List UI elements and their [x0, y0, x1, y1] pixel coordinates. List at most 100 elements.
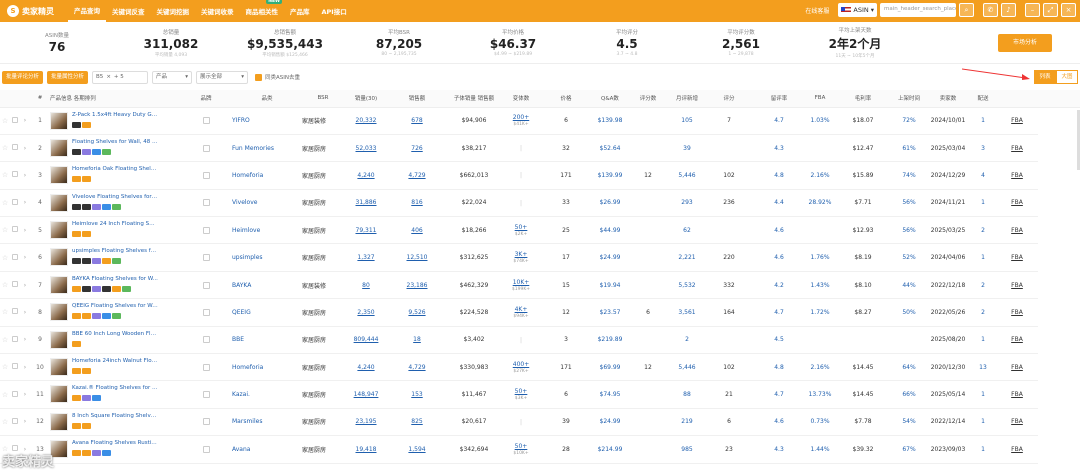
- nav-item-4[interactable]: 商品相关性 NEW: [240, 0, 285, 22]
- product-select[interactable]: 产品 ▾: [152, 70, 193, 84]
- product-title-link[interactable]: Kazai.® Floating Shelves for W...: [72, 385, 158, 391]
- table-row[interactable]: ☆ › 1 Z-Pack 1.5x4ft Heavy Duty Gar... YIFRO…: [0, 107, 1080, 135]
- column-header[interactable]: 毛利率: [834, 90, 892, 108]
- product-tag-icon[interactable]: [112, 203, 121, 210]
- copy-icon[interactable]: [180, 107, 232, 135]
- product-tag-icon[interactable]: [72, 176, 81, 183]
- copy-icon[interactable]: [180, 189, 232, 218]
- fulfillment[interactable]: FBA: [996, 107, 1038, 135]
- show-select[interactable]: 展示全部 ▾: [196, 70, 249, 84]
- table-row[interactable]: ☆ › 10 Homeforia 24inch Walnut Floa... Homef…: [0, 353, 1080, 382]
- product-thumbnail[interactable]: [50, 358, 68, 377]
- ratings-count[interactable]: 5,532: [668, 271, 706, 300]
- child-sales[interactable]: 4K+ $94K+: [502, 298, 540, 327]
- product-tag-icon[interactable]: [82, 121, 91, 128]
- sales-link[interactable]: 4,729: [388, 353, 446, 382]
- phone-icon[interactable]: ✆: [983, 3, 998, 17]
- column-header[interactable]: 评分数: [628, 90, 668, 108]
- column-header[interactable]: 卖家数: [926, 90, 970, 108]
- child-sales[interactable]: |: [502, 161, 540, 190]
- child-sales-value[interactable]: 3K+: [515, 251, 528, 258]
- brand-link[interactable]: BAYKA: [232, 271, 302, 300]
- bsr-link[interactable]: 31,886: [344, 189, 388, 218]
- row-checkbox[interactable]: [10, 216, 20, 245]
- child-sales-value[interactable]: 50+: [515, 224, 528, 231]
- table-row[interactable]: ☆ › 4 Vivelove Floating Shelves for ... Vive…: [0, 189, 1080, 218]
- nav-item-0[interactable]: 产品查询: [68, 0, 106, 22]
- product-title-link[interactable]: upsimples Floating Shelves fo...: [72, 248, 158, 254]
- child-sales[interactable]: 200+ $41K+: [502, 107, 540, 135]
- child-sales-value[interactable]: 200+: [513, 114, 529, 121]
- product-thumbnail[interactable]: [50, 275, 68, 294]
- seller-count[interactable]: 1: [970, 189, 996, 218]
- online-support-link[interactable]: 在线客服: [805, 6, 829, 15]
- sales-link[interactable]: 9,526: [388, 298, 446, 327]
- product-tag-icon[interactable]: [82, 148, 91, 155]
- product-tag-icon[interactable]: [82, 313, 91, 320]
- fulfillment[interactable]: FBA: [996, 216, 1038, 245]
- row-checkbox[interactable]: [10, 298, 20, 327]
- favorite-star-icon[interactable]: ☆: [0, 326, 10, 355]
- product-title-link[interactable]: Heimlove 24 Inch Floating Shel...: [72, 221, 158, 227]
- expand-chevron-icon[interactable]: ›: [20, 243, 30, 272]
- sales-link[interactable]: 816: [388, 189, 446, 218]
- fulfillment[interactable]: FBA: [996, 408, 1038, 437]
- column-header[interactable]: 价格: [540, 90, 592, 108]
- product-thumbnail[interactable]: [50, 111, 68, 130]
- product-tag-icon[interactable]: [82, 422, 91, 429]
- expand-chevron-icon[interactable]: ›: [20, 408, 30, 437]
- favorite-star-icon[interactable]: ☆: [0, 189, 10, 218]
- row-checkbox[interactable]: [10, 189, 20, 218]
- column-header[interactable]: 产品信息 各期排列: [50, 90, 180, 108]
- favorite-star-icon[interactable]: ☆: [0, 298, 10, 327]
- table-row[interactable]: ☆ › 11 Kazai.® Floating Shelves for W... Kaz…: [0, 380, 1080, 409]
- product-tag-icon[interactable]: [102, 258, 111, 265]
- seller-count[interactable]: 13: [970, 353, 996, 382]
- nav-item-6[interactable]: API接口: [316, 0, 353, 22]
- product-thumbnail[interactable]: [50, 330, 68, 349]
- close-icon[interactable]: ×: [1061, 3, 1076, 17]
- bsr-link[interactable]: 20,332: [344, 107, 388, 135]
- product-title-link[interactable]: BBE 60 Inch Long Wooden Flo...: [72, 331, 158, 337]
- product-thumbnail[interactable]: [50, 166, 68, 185]
- ratings-count[interactable]: 2: [668, 326, 706, 355]
- seller-count[interactable]: 2: [970, 298, 996, 327]
- expand-chevron-icon[interactable]: ›: [20, 134, 30, 163]
- row-checkbox[interactable]: [10, 161, 20, 190]
- product-tag-icon[interactable]: [72, 368, 81, 375]
- favorite-star-icon[interactable]: ☆: [0, 216, 10, 245]
- child-sales[interactable]: |: [502, 189, 540, 218]
- copy-icon[interactable]: [180, 161, 232, 190]
- list-view-button[interactable]: 列表: [1034, 70, 1056, 84]
- product-tag-icon[interactable]: [122, 285, 131, 292]
- close-icon[interactable]: ×: [106, 72, 111, 83]
- product-tag-icon[interactable]: [72, 203, 81, 210]
- favorite-star-icon[interactable]: ☆: [0, 243, 10, 272]
- product-tag-icon[interactable]: [72, 121, 81, 128]
- expand-chevron-icon[interactable]: ›: [20, 107, 30, 135]
- product-tag-icon[interactable]: [72, 422, 81, 429]
- product-title-link[interactable]: Avana Floating Shelves Rustic ...: [72, 440, 158, 446]
- table-row[interactable]: ☆ › 8 QEEIG Floating Shelves for Wa... QEEIG…: [0, 298, 1080, 327]
- row-checkbox[interactable]: [10, 243, 20, 272]
- row-checkbox[interactable]: [10, 380, 20, 409]
- product-title-link[interactable]: Homeforia 24inch Walnut Floa...: [72, 358, 158, 364]
- product-title-link[interactable]: Vivelove Floating Shelves for ...: [72, 194, 158, 200]
- ratings-count[interactable]: 62: [668, 216, 706, 245]
- brand-link[interactable]: Avana: [232, 435, 302, 464]
- product-tag-icon[interactable]: [92, 450, 101, 457]
- product-title-link[interactable]: Homeforia Oak Floating Shelve...: [72, 166, 158, 172]
- product-tag-icon[interactable]: [72, 258, 81, 265]
- table-row[interactable]: ☆ › 3 Homeforia Oak Floating Shelve... Homef…: [0, 161, 1080, 190]
- expand-chevron-icon[interactable]: ›: [20, 189, 30, 218]
- expand-chevron-icon[interactable]: ›: [20, 380, 30, 409]
- child-sales-value[interactable]: 400+: [513, 361, 529, 368]
- ratings-count[interactable]: 88: [668, 380, 706, 409]
- fulfillment[interactable]: FBA: [996, 353, 1038, 382]
- seller-count[interactable]: 1: [970, 107, 996, 135]
- child-sales[interactable]: 3K+ $74K+: [502, 243, 540, 272]
- seller-count[interactable]: 3: [970, 134, 996, 163]
- child-sales[interactable]: 50+ $3K+: [502, 380, 540, 409]
- bsr-link[interactable]: 19,418: [344, 435, 388, 464]
- market-analysis-button[interactable]: 市场分析: [998, 34, 1052, 52]
